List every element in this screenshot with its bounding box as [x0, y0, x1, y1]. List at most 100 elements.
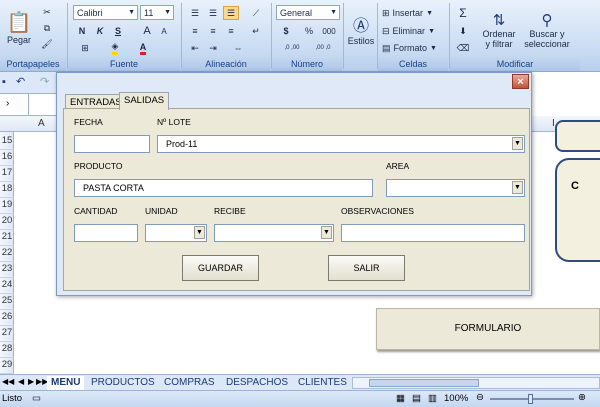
thousands-button[interactable]: 000 — [320, 24, 338, 38]
number-format-select[interactable]: General ▼ — [276, 5, 340, 20]
sheet-tab-productos[interactable]: PRODUCTOS — [87, 376, 159, 390]
row-header[interactable]: 17 — [0, 165, 14, 182]
insert-cells-button[interactable]: ⊞ Insertar ▼ — [382, 6, 444, 20]
font-name-select[interactable]: Calibri ▼ — [73, 5, 138, 20]
align-left-icon[interactable]: ≡ — [187, 24, 203, 38]
save-icon[interactable]: ▪ — [2, 76, 6, 88]
redo-icon[interactable]: ↷ — [40, 75, 49, 88]
sheet-shape[interactable] — [555, 120, 600, 152]
sheet-tab-compras[interactable]: COMPRAS — [160, 376, 219, 390]
italic-button[interactable]: K — [93, 24, 107, 38]
autosum-button[interactable]: Σ — [455, 6, 471, 20]
tab-nav-first-icon[interactable]: ◀◀ — [2, 377, 14, 386]
column-header-a[interactable]: A — [38, 118, 45, 129]
tab-salidas[interactable]: SALIDAS — [119, 92, 170, 110]
macro-record-icon[interactable]: ▭ — [32, 393, 41, 404]
sheet-shape[interactable]: C — [555, 158, 600, 262]
row-header[interactable]: 21 — [0, 229, 14, 246]
copy-icon[interactable]: ⧉ — [40, 22, 54, 34]
row-header[interactable]: 18 — [0, 181, 14, 198]
increase-decimals-button[interactable]: ,0 ,00 — [278, 41, 306, 55]
producto-label: PRODUCTO — [74, 161, 123, 171]
format-cells-button[interactable]: ▤ Formato ▼ — [382, 41, 444, 55]
observaciones-field[interactable] — [341, 224, 525, 242]
undo-icon[interactable]: ↶ — [16, 75, 25, 88]
cut-icon[interactable]: ✂ — [40, 6, 54, 18]
zoom-slider-thumb[interactable] — [528, 394, 533, 404]
row-header[interactable]: 26 — [0, 309, 14, 326]
row-header[interactable]: 28 — [0, 341, 14, 358]
find-select-button[interactable]: ⚲ Buscar y seleccionar — [522, 4, 572, 56]
align-right-icon[interactable]: ≡ — [223, 24, 239, 38]
font-color-button[interactable]: A — [133, 41, 153, 55]
align-bottom-icon[interactable]: ☰ — [223, 6, 239, 20]
tab-nav-next-icon[interactable]: ▶ — [28, 377, 34, 386]
sheet-tab-menu[interactable]: MENU — [47, 376, 85, 390]
row-header[interactable]: 27 — [0, 325, 14, 342]
borders-icon[interactable]: ⊞ — [75, 41, 95, 55]
format-painter-icon[interactable]: 🖌 — [40, 38, 54, 50]
currency-button[interactable]: $ — [278, 24, 294, 38]
styles-button[interactable]: Ⓐ Estilos — [346, 4, 376, 54]
tab-entradas[interactable]: ENTRADAS — [65, 94, 127, 109]
align-middle-icon[interactable]: ☰ — [205, 6, 221, 20]
percent-button[interactable]: % — [302, 24, 316, 38]
row-header[interactable]: 29 — [0, 357, 14, 374]
name-box[interactable]: › — [0, 94, 60, 116]
fill-color-icon[interactable]: ◈ — [105, 41, 125, 55]
row-header[interactable]: 16 — [0, 149, 14, 166]
merge-center-icon[interactable]: ⇔ — [226, 41, 250, 55]
sort-filter-button[interactable]: ⇅ Ordenar y filtrar — [477, 4, 521, 56]
horizontal-scrollbar[interactable] — [352, 377, 600, 389]
font-size-select[interactable]: 11 ▼ — [140, 5, 174, 20]
lote-dropdown-icon[interactable]: ▼ — [512, 137, 523, 150]
row-header[interactable]: 20 — [0, 213, 14, 230]
sheet-tab-clientes[interactable]: CLIENTES — [294, 376, 351, 390]
normal-view-icon[interactable]: ▦ — [396, 393, 405, 404]
paste-button[interactable]: 📋 Pegar — [6, 4, 32, 50]
align-center-icon[interactable]: ≡ — [205, 24, 221, 38]
clear-icon[interactable]: ⌫ — [455, 41, 471, 55]
lote-select[interactable]: Prod-11 — [157, 135, 525, 153]
formulario-shape[interactable]: FORMULARIO — [376, 308, 600, 350]
cantidad-field[interactable] — [74, 224, 138, 242]
decrease-decimals-button[interactable]: ,00 ,0 — [309, 41, 337, 55]
page-break-icon[interactable]: ▥ — [428, 393, 437, 404]
row-header[interactable]: 23 — [0, 261, 14, 278]
underline-button[interactable]: S — [111, 24, 125, 38]
sheet-tab-despachos[interactable]: DESPACHOS — [222, 376, 292, 390]
zoom-slider[interactable] — [490, 394, 574, 404]
decrease-indent-icon[interactable]: ⇤ — [187, 41, 203, 55]
salir-button[interactable]: SALIR — [328, 255, 405, 281]
close-button[interactable]: × — [512, 74, 529, 89]
wrap-text-icon[interactable]: ↵ — [246, 24, 266, 38]
grow-font-button[interactable]: A — [140, 24, 154, 38]
guardar-button[interactable]: GUARDAR — [182, 255, 259, 281]
chevron-down-icon: ▼ — [426, 9, 433, 17]
zoom-level[interactable]: 100% — [444, 393, 468, 404]
unidad-dropdown-icon[interactable]: ▼ — [194, 226, 205, 239]
producto-field[interactable]: PASTA CORTA — [74, 179, 373, 197]
row-header[interactable]: 22 — [0, 245, 14, 262]
bold-button[interactable]: N — [75, 24, 89, 38]
delete-cells-button[interactable]: ⊟ Eliminar ▼ — [382, 24, 444, 38]
area-dropdown-icon[interactable]: ▼ — [512, 181, 523, 194]
recibe-dropdown-icon[interactable]: ▼ — [321, 226, 332, 239]
row-header[interactable]: 15 — [0, 133, 14, 150]
scrollbar-thumb[interactable] — [369, 379, 479, 387]
fill-icon[interactable]: ⬇ — [455, 24, 471, 38]
recibe-select[interactable] — [214, 224, 334, 242]
row-header[interactable]: 25 — [0, 293, 14, 310]
fecha-field[interactable] — [74, 135, 150, 153]
tab-nav-prev-icon[interactable]: ◀ — [18, 377, 24, 386]
row-header[interactable]: 24 — [0, 277, 14, 294]
row-header[interactable]: 19 — [0, 197, 14, 214]
shrink-font-button[interactable]: A — [157, 24, 171, 38]
area-select[interactable] — [386, 179, 525, 197]
orientation-icon[interactable]: ⟋ — [246, 6, 266, 20]
page-layout-icon[interactable]: ▤ — [412, 393, 421, 404]
increase-indent-icon[interactable]: ⇥ — [205, 41, 221, 55]
zoom-out-icon[interactable]: ⊖ — [476, 392, 484, 403]
zoom-in-icon[interactable]: ⊕ — [578, 392, 586, 403]
align-top-icon[interactable]: ☰ — [187, 6, 203, 20]
